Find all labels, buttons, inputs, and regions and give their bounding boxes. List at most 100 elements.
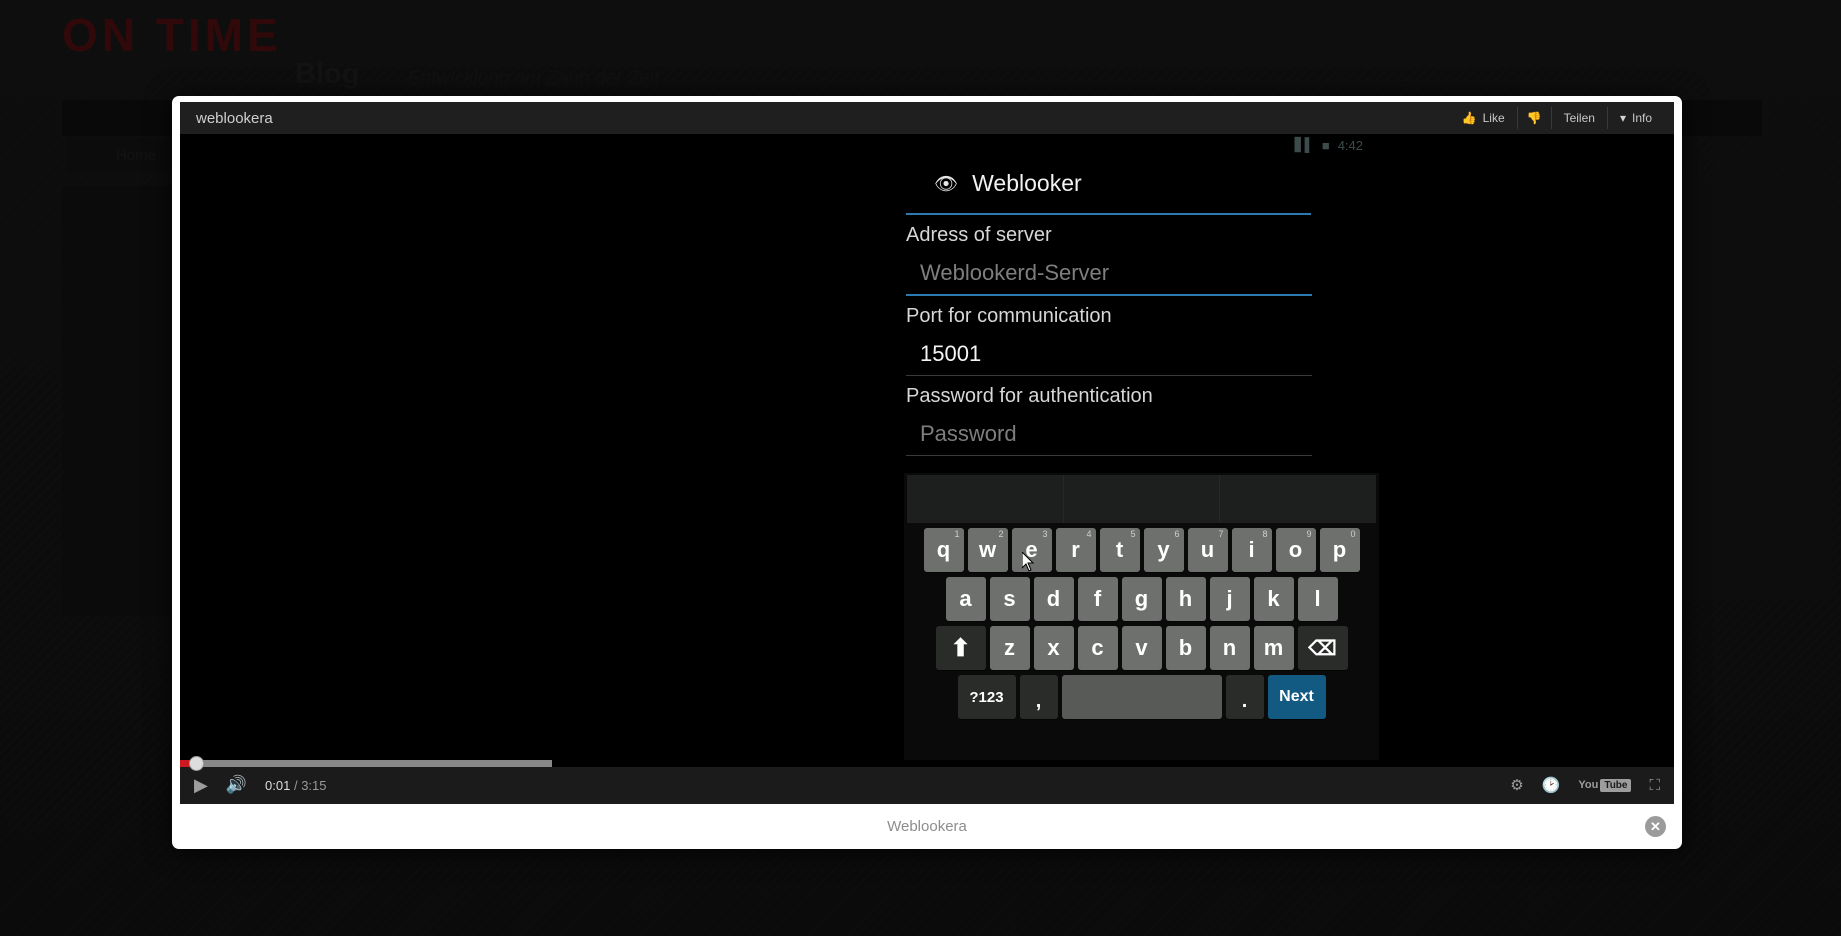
key-label: e [1025,537,1038,562]
key-a[interactable]: a [945,577,986,621]
android-soft-keyboard[interactable]: 1q 2w 3e 4r 5t 6y 7u 8i 9o 0p a s d f g … [904,473,1379,785]
clock-icon[interactable]: 🕑 [1542,776,1561,794]
youtube-brand-you: You [1578,779,1599,791]
lightbox-caption: Weblookera [887,818,967,835]
controls-right-group: ⚙ 🕑 You Tube ⛶ [1510,766,1660,804]
key-z[interactable]: z [989,626,1030,670]
key-label: u [1200,537,1215,562]
android-status-bar: ▋▌ ■ 4:42 [904,134,1379,156]
key-r[interactable]: 4r [1055,528,1096,572]
password-placeholder: Password [920,421,1017,446]
key-label: i [1248,537,1255,562]
key-y[interactable]: 6y [1143,528,1184,572]
shift-icon[interactable]: ⬆ [935,626,986,670]
keyboard-row-4: ?123 , . Next [906,675,1377,719]
info-label: Info [1631,111,1652,125]
password-input[interactable]: Password [906,412,1312,456]
keyboard-row-3: ⬆ z x c v b n m ⌫ [906,626,1377,670]
gear-icon[interactable]: ⚙ [1510,776,1523,794]
youtube-brand-tube: Tube [1600,778,1632,792]
key-label: p [1332,537,1347,562]
symbols-key[interactable]: ?123 [957,675,1016,719]
controls-left-group: ▶ 🔊 0:01 / 3:15 [194,766,327,804]
fullscreen-icon[interactable]: ⛶ [1649,777,1660,794]
next-key[interactable]: Next [1267,675,1326,719]
key-num: 6 [1174,529,1180,539]
key-u[interactable]: 7u [1187,528,1228,572]
eye-icon: 👁 [934,173,959,195]
volume-icon[interactable]: 🔊 [226,775,247,795]
key-h[interactable]: h [1165,577,1206,621]
suggestion-slot[interactable] [1064,475,1221,523]
comma-key[interactable]: , [1019,675,1058,719]
info-chevron-icon: ▾ [1619,111,1626,125]
key-v[interactable]: v [1121,626,1162,670]
key-i[interactable]: 8i [1231,528,1272,572]
key-num: 0 [1350,529,1356,539]
key-c[interactable]: c [1077,626,1118,670]
key-num: 2 [998,529,1004,539]
key-d[interactable]: d [1033,577,1074,621]
key-o[interactable]: 9o [1275,528,1316,572]
app-title: Weblooker [972,170,1082,196]
key-g[interactable]: g [1121,577,1162,621]
youtube-logo[interactable]: You Tube [1578,778,1632,792]
field-label: Port for communication [906,305,1112,327]
player-action-group: 👍 Like 👎 Teilen ▾ Info [1450,102,1664,134]
share-button[interactable]: Teilen [1550,107,1607,129]
key-num: 5 [1130,529,1136,539]
time-separator: / [293,777,298,793]
key-k[interactable]: k [1253,577,1294,621]
video-player[interactable]: weblookera 👍 Like 👎 Teilen ▾ Info ▋▌ ■ 4… [180,102,1674,804]
server-address-placeholder: Weblookerd-Server [920,260,1110,285]
share-label: Teilen [1563,111,1595,125]
key-num: 7 [1218,529,1224,539]
player-controls-bar: ▶ 🔊 0:01 / 3:15 ⚙ 🕑 You Tube ⛶ [180,756,1674,804]
key-num: 3 [1042,529,1048,539]
space-key[interactable] [1061,675,1222,719]
suggestion-slot[interactable] [1220,475,1376,523]
key-x[interactable]: x [1033,626,1074,670]
video-lightbox: weblookera 👍 Like 👎 Teilen ▾ Info ▋▌ ■ 4… [172,96,1682,849]
key-label: o [1288,537,1303,562]
key-q[interactable]: 1q [923,528,964,572]
current-time: 0:01 [265,777,291,793]
key-label: w [978,537,997,562]
keyboard-row-2: a s d f g h j k l [906,577,1377,621]
port-input[interactable]: 15001 [906,332,1312,376]
key-label: r [1071,537,1080,562]
status-bar-time: 4:42 [1337,137,1363,153]
total-time: 3:15 [301,777,327,793]
key-t[interactable]: 5t [1099,528,1140,572]
android-device-screen[interactable]: ▋▌ ■ 4:42 👁 Weblooker Adress of server W… [904,134,1379,785]
player-top-bar: weblookera 👍 Like 👎 Teilen ▾ Info [180,102,1674,134]
server-address-input[interactable]: Weblookerd-Server [906,251,1312,296]
progress-bar[interactable] [180,756,1674,771]
key-w[interactable]: 2w [967,528,1034,572]
key-j[interactable]: j [1209,577,1250,621]
backspace-icon[interactable]: ⌫ [1297,626,1348,670]
thumbs-up-icon: 👍 [1461,111,1477,125]
key-b[interactable]: b [1165,626,1206,670]
key-label: y [1157,537,1170,562]
key-f[interactable]: f [1077,577,1118,621]
key-m[interactable]: m [1253,626,1294,670]
key-p[interactable]: 0p [1319,528,1360,572]
key-l[interactable]: l [1297,577,1338,621]
field-port: Port for communication 15001 [904,296,1312,376]
close-icon[interactable]: ✕ [1645,816,1666,837]
like-button[interactable]: 👍 Like [1450,107,1517,129]
field-server-address: Adress of server Weblookerd-Server [904,215,1312,296]
thumbs-down-icon: 👎 [1526,111,1542,125]
info-button[interactable]: ▾ Info [1606,107,1664,129]
key-n[interactable]: n [1209,626,1250,670]
battery-icon: ■ [1321,137,1330,153]
keyboard-suggestion-strip[interactable] [907,475,1376,523]
key-e[interactable]: 3e [1011,528,1052,572]
time-display: 0:01 / 3:15 [265,778,327,793]
key-s[interactable]: s [989,577,1030,621]
period-key[interactable]: . [1225,675,1264,719]
play-icon[interactable]: ▶ [194,775,208,796]
suggestion-slot[interactable] [907,475,1064,523]
dislike-button[interactable]: 👎 [1516,107,1551,129]
